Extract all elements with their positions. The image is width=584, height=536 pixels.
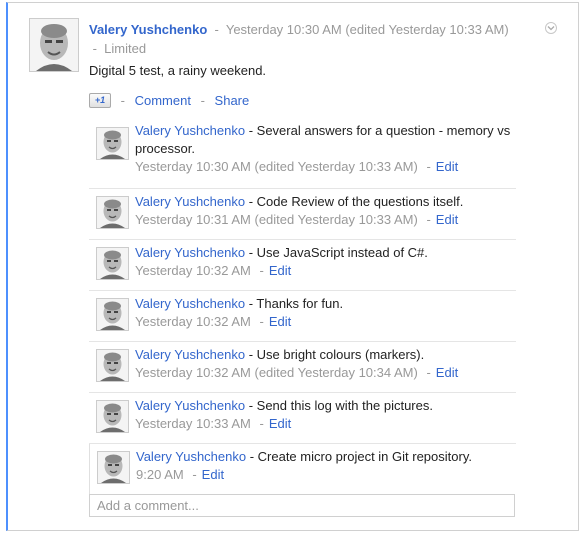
comment-avatar[interactable] bbox=[96, 127, 129, 160]
post-header: Valery Yushchenko - Yesterday 10:30 AM (… bbox=[89, 22, 509, 56]
comment-author-link[interactable]: Valery Yushchenko bbox=[135, 245, 245, 260]
add-comment-input[interactable]: Add a comment... bbox=[89, 494, 515, 517]
avatar-photo bbox=[97, 128, 128, 159]
comment-text: - Create micro project in Git repository… bbox=[246, 449, 472, 464]
comment-edit-link[interactable]: Edit bbox=[436, 212, 458, 227]
comment-item: Valery Yushchenko - Use bright colours (… bbox=[89, 342, 516, 393]
comment-edit-link[interactable]: Edit bbox=[269, 416, 291, 431]
avatar-photo bbox=[97, 299, 128, 330]
comment-edit-link[interactable]: Edit bbox=[269, 263, 291, 278]
comment-avatar[interactable] bbox=[96, 196, 129, 229]
comment-avatar[interactable] bbox=[96, 400, 129, 433]
comment-author-link[interactable]: Valery Yushchenko bbox=[135, 398, 245, 413]
comment-item: Valery Yushchenko - Create micro project… bbox=[89, 444, 516, 495]
comment-timestamp: Yesterday 10:32 AM bbox=[135, 263, 251, 278]
comment-item: Valery Yushchenko - Use JavaScript inste… bbox=[89, 240, 516, 291]
comment-text: - Use bright colours (markers). bbox=[245, 347, 425, 362]
avatar-photo bbox=[97, 197, 128, 228]
comment-timestamp: Yesterday 10:31 AM (edited Yesterday 10:… bbox=[135, 212, 418, 227]
comment-author-link[interactable]: Valery Yushchenko bbox=[136, 449, 246, 464]
comment-link[interactable]: Comment bbox=[129, 93, 197, 108]
comment-timestamp: 9:20 AM bbox=[136, 467, 184, 482]
comment-author-link[interactable]: Valery Yushchenko bbox=[135, 194, 245, 209]
avatar-photo bbox=[97, 248, 128, 279]
comment-item: Valery Yushchenko - Send this log with t… bbox=[89, 393, 516, 444]
comment-avatar[interactable] bbox=[96, 247, 129, 280]
comment-author-link[interactable]: Valery Yushchenko bbox=[135, 123, 245, 138]
comment-text: - Use JavaScript instead of C#. bbox=[245, 245, 428, 260]
comment-timestamp: Yesterday 10:33 AM bbox=[135, 416, 251, 431]
share-link[interactable]: Share bbox=[209, 93, 250, 108]
comment-edit-link[interactable]: Edit bbox=[269, 314, 291, 329]
avatar-photo bbox=[98, 452, 129, 483]
avatar-photo bbox=[97, 350, 128, 381]
comment-edit-link[interactable]: Edit bbox=[436, 365, 458, 380]
comments-list: Valery Yushchenko - Several answers for … bbox=[89, 118, 516, 495]
post-card: Valery Yushchenko - Yesterday 10:30 AM (… bbox=[6, 2, 579, 531]
comment-text: - Code Review of the questions itself. bbox=[245, 194, 464, 209]
chevron-down-icon bbox=[547, 26, 555, 31]
post-actions: +1 - Comment - Share bbox=[89, 91, 249, 110]
author-avatar[interactable] bbox=[29, 18, 79, 72]
comment-author-link[interactable]: Valery Yushchenko bbox=[135, 296, 245, 311]
comment-timestamp: Yesterday 10:32 AM (edited Yesterday 10:… bbox=[135, 365, 418, 380]
comment-item: Valery Yushchenko - Code Review of the q… bbox=[89, 189, 516, 240]
comment-avatar[interactable] bbox=[97, 451, 130, 484]
comment-item: Valery Yushchenko - Several answers for … bbox=[89, 118, 516, 189]
post-timestamp[interactable]: Yesterday 10:30 AM (edited Yesterday 10:… bbox=[226, 22, 509, 37]
comment-avatar[interactable] bbox=[96, 349, 129, 382]
comment-author-link[interactable]: Valery Yushchenko bbox=[135, 347, 245, 362]
comment-timestamp: Yesterday 10:32 AM bbox=[135, 314, 251, 329]
post-visibility[interactable]: Limited bbox=[104, 41, 146, 56]
comment-avatar[interactable] bbox=[96, 298, 129, 331]
avatar-photo bbox=[97, 401, 128, 432]
post-text: Digital 5 test, a rainy weekend. bbox=[89, 63, 267, 78]
avatar-photo bbox=[30, 19, 78, 71]
post-author-link[interactable]: Valery Yushchenko bbox=[89, 22, 207, 37]
comment-edit-link[interactable]: Edit bbox=[202, 467, 224, 482]
comment-edit-link[interactable]: Edit bbox=[436, 159, 458, 174]
post-options-button[interactable] bbox=[545, 22, 557, 34]
plus-one-icon[interactable]: +1 bbox=[89, 93, 111, 109]
comment-text: - Send this log with the pictures. bbox=[245, 398, 433, 413]
comment-text: - Thanks for fun. bbox=[245, 296, 344, 311]
comment-item: Valery Yushchenko - Thanks for fun. Yest… bbox=[89, 291, 516, 342]
comment-timestamp: Yesterday 10:30 AM (edited Yesterday 10:… bbox=[135, 159, 418, 174]
